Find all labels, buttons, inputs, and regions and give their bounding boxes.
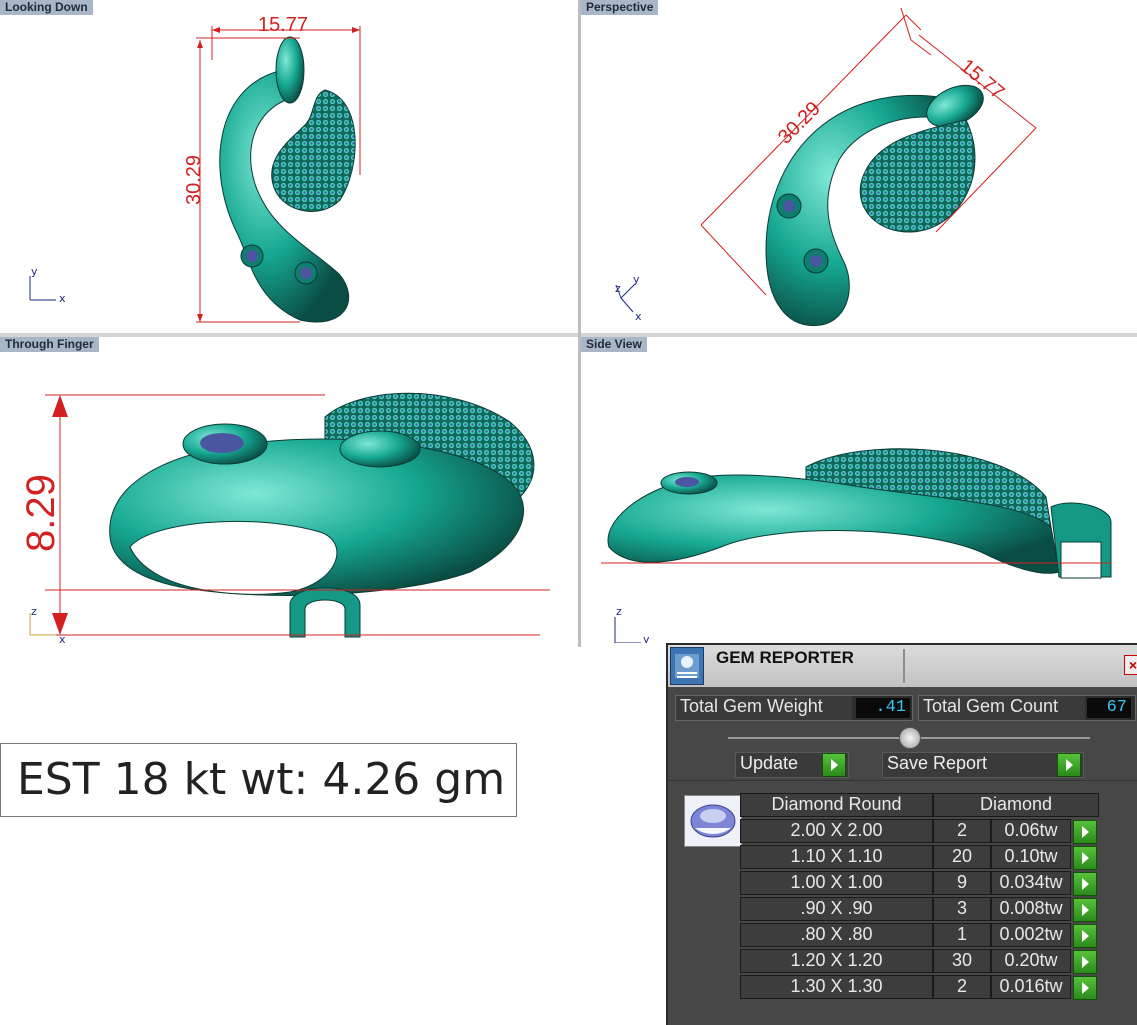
save-report-button-label: Save Report [887, 753, 988, 773]
row-play-icon[interactable] [1073, 950, 1097, 974]
row-play-icon[interactable] [1073, 898, 1097, 922]
axis-icon [614, 617, 641, 643]
axis-label-y: y [633, 273, 640, 286]
viewport-looking-down[interactable]: 15.77 30.29 y x Looking Down [0, 0, 578, 333]
viewport-splitter-vertical[interactable] [578, 0, 581, 647]
row-weight: 0.008tw [991, 897, 1071, 921]
row-count: 2 [933, 975, 991, 999]
save-report-button[interactable]: Save Report [882, 752, 1084, 778]
update-play-icon[interactable] [822, 753, 846, 777]
row-size: .90 X .90 [740, 897, 933, 921]
dimension-height-label: 8.29 [19, 474, 63, 552]
gem-reporter-header: GEM REPORTER × [668, 645, 1137, 687]
row-size: .80 X .80 [740, 923, 933, 947]
row-play-icon[interactable] [1073, 924, 1097, 948]
row-weight: 0.10tw [991, 845, 1071, 869]
weight-estimate-box: EST 18 kt wt: 4.26 gm [0, 743, 517, 817]
row-count: 3 [933, 897, 991, 921]
row-size: 1.30 X 1.30 [740, 975, 933, 999]
axis-label-z: z [31, 605, 37, 618]
row-count: 2 [933, 819, 991, 843]
gem-reporter-panel: GEM REPORTER × Total Gem Weight .41 Tota… [666, 643, 1137, 1025]
total-gem-count-value: 67 [1087, 698, 1131, 718]
row-weight: 0.002tw [991, 923, 1071, 947]
viewport-title[interactable]: Through Finger [0, 337, 99, 352]
row-weight: 0.06tw [991, 819, 1071, 843]
table-header-diamond-round: Diamond Round [740, 793, 933, 817]
axis-label-y: y [31, 265, 38, 278]
row-size: 1.20 X 1.20 [740, 949, 933, 973]
row-count: 30 [933, 949, 991, 973]
row-count: 20 [933, 845, 991, 869]
dimension-height-label: 30.29 [183, 155, 205, 205]
viewport-splitter-horizontal[interactable] [0, 333, 1137, 337]
gem-reporter-title: GEM REPORTER [716, 648, 854, 667]
header-divider [903, 649, 905, 683]
diamond-round-icon [684, 795, 742, 847]
axis-label-x: x [59, 633, 66, 646]
viewport-title[interactable]: Side View [581, 337, 647, 352]
row-size: 1.10 X 1.10 [740, 845, 933, 869]
total-gem-weight-field: Total Gem Weight .41 [675, 695, 913, 721]
total-gem-count-field: Total Gem Count 67 [918, 695, 1136, 721]
total-gem-weight-value: .41 [856, 698, 910, 718]
render-perspective: 30.29 15.77 z y x [615, 7, 1037, 327]
row-weight: 0.034tw [991, 871, 1071, 895]
row-play-icon[interactable] [1073, 976, 1097, 1000]
row-size: 1.00 X 1.00 [740, 871, 933, 895]
viewport-perspective[interactable]: 30.29 15.77 z y x Perspective [581, 0, 1137, 333]
axis-label-z: z [615, 282, 621, 295]
row-count: 9 [933, 871, 991, 895]
axis-label-x: x [59, 292, 66, 305]
viewport-title[interactable]: Perspective [581, 0, 659, 15]
render-looking-down: 15.77 30.29 y x [29, 14, 361, 323]
update-button[interactable]: Update [735, 752, 849, 778]
axis-label-z: z [616, 605, 622, 618]
row-play-icon[interactable] [1073, 872, 1097, 896]
axis-label-x: x [635, 310, 642, 323]
save-report-play-icon[interactable] [1057, 753, 1081, 777]
update-button-label: Update [740, 753, 799, 773]
axis-icon [29, 276, 56, 301]
gem-reporter-logo-icon [670, 647, 704, 685]
render-through-finger: 8.29 z x [19, 392, 550, 646]
panel-separator [666, 780, 1137, 781]
axis-label-y: y [643, 633, 650, 643]
row-count: 1 [933, 923, 991, 947]
row-weight: 0.016tw [991, 975, 1071, 999]
table-header-diamond: Diamond [933, 793, 1099, 817]
viewport-through-finger[interactable]: 8.29 z x Through Finger [0, 337, 578, 647]
close-icon[interactable]: × [1124, 655, 1137, 675]
render-side-view: z y [601, 448, 1112, 643]
row-play-icon[interactable] [1073, 846, 1097, 870]
row-weight: 0.20tw [991, 949, 1071, 973]
viewport-title[interactable]: Looking Down [0, 0, 93, 15]
dimension-width-label: 15.77 [258, 14, 308, 36]
row-play-icon[interactable] [1073, 820, 1097, 844]
total-gem-count-label: Total Gem Count [919, 696, 1085, 720]
weight-estimate-text: EST 18 kt wt: 4.26 gm [17, 754, 506, 805]
panel-slider-knob[interactable] [899, 727, 921, 749]
total-gem-weight-label: Total Gem Weight [676, 696, 852, 720]
viewport-side-view[interactable]: z y Side View [581, 337, 1137, 643]
row-size: 2.00 X 2.00 [740, 819, 933, 843]
